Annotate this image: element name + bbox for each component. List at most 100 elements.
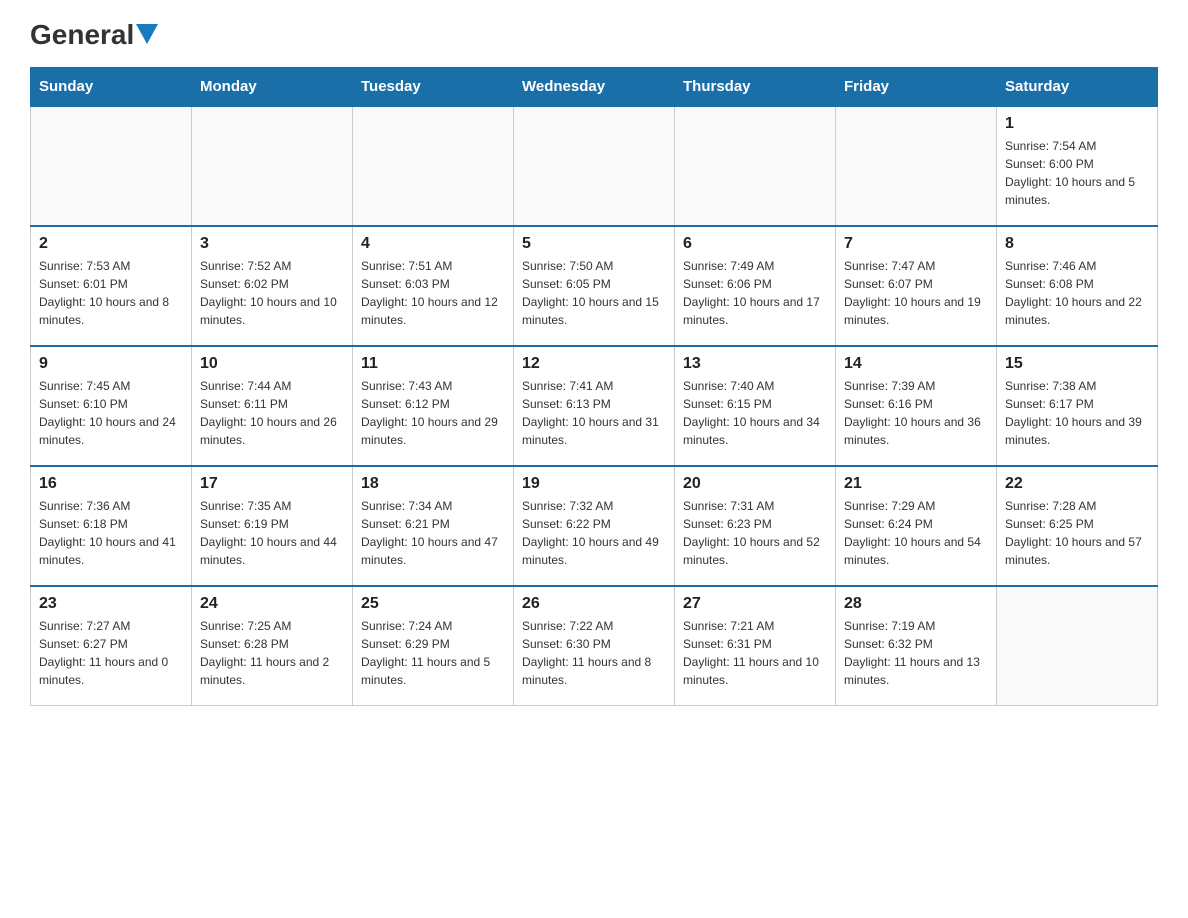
calendar-cell: 1 Sunrise: 7:54 AMSunset: 6:00 PMDaylight… xyxy=(997,106,1158,226)
day-info: Sunrise: 7:35 AMSunset: 6:19 PMDaylight:… xyxy=(200,497,344,569)
day-info: Sunrise: 7:32 AMSunset: 6:22 PMDaylight:… xyxy=(522,497,666,569)
day-number: 12 xyxy=(522,355,666,373)
day-info: Sunrise: 7:54 AMSunset: 6:00 PMDaylight:… xyxy=(1005,137,1149,209)
calendar-cell xyxy=(31,106,192,226)
calendar-cell: 7 Sunrise: 7:47 AMSunset: 6:07 PMDaylight… xyxy=(836,226,997,346)
day-info: Sunrise: 7:47 AMSunset: 6:07 PMDaylight:… xyxy=(844,257,988,329)
calendar-cell: 12 Sunrise: 7:41 AMSunset: 6:13 PMDayligh… xyxy=(514,346,675,466)
day-info: Sunrise: 7:53 AMSunset: 6:01 PMDaylight:… xyxy=(39,257,183,329)
day-info: Sunrise: 7:40 AMSunset: 6:15 PMDaylight:… xyxy=(683,377,827,449)
calendar-cell: 25 Sunrise: 7:24 AMSunset: 6:29 PMDayligh… xyxy=(353,586,514,706)
day-number: 19 xyxy=(522,475,666,493)
day-number: 11 xyxy=(361,355,505,373)
week-row-4: 16 Sunrise: 7:36 AMSunset: 6:18 PMDayligh… xyxy=(31,466,1158,586)
calendar-cell: 11 Sunrise: 7:43 AMSunset: 6:12 PMDayligh… xyxy=(353,346,514,466)
day-number: 6 xyxy=(683,235,827,253)
logo-general: General xyxy=(30,20,134,51)
page-header: General xyxy=(30,20,1158,51)
day-number: 22 xyxy=(1005,475,1149,493)
calendar-cell: 5 Sunrise: 7:50 AMSunset: 6:05 PMDaylight… xyxy=(514,226,675,346)
calendar-cell: 22 Sunrise: 7:28 AMSunset: 6:25 PMDayligh… xyxy=(997,466,1158,586)
day-number: 9 xyxy=(39,355,183,373)
weekday-header-saturday: Saturday xyxy=(997,67,1158,106)
calendar-cell: 15 Sunrise: 7:38 AMSunset: 6:17 PMDayligh… xyxy=(997,346,1158,466)
day-number: 20 xyxy=(683,475,827,493)
day-info: Sunrise: 7:19 AMSunset: 6:32 PMDaylight:… xyxy=(844,617,988,689)
calendar-cell: 24 Sunrise: 7:25 AMSunset: 6:28 PMDayligh… xyxy=(192,586,353,706)
weekday-header-sunday: Sunday xyxy=(31,67,192,106)
day-info: Sunrise: 7:34 AMSunset: 6:21 PMDaylight:… xyxy=(361,497,505,569)
day-number: 2 xyxy=(39,235,183,253)
day-info: Sunrise: 7:24 AMSunset: 6:29 PMDaylight:… xyxy=(361,617,505,689)
calendar-cell xyxy=(997,586,1158,706)
calendar-cell: 20 Sunrise: 7:31 AMSunset: 6:23 PMDayligh… xyxy=(675,466,836,586)
day-info: Sunrise: 7:52 AMSunset: 6:02 PMDaylight:… xyxy=(200,257,344,329)
day-info: Sunrise: 7:41 AMSunset: 6:13 PMDaylight:… xyxy=(522,377,666,449)
logo: General xyxy=(30,20,158,51)
day-number: 1 xyxy=(1005,115,1149,133)
day-number: 8 xyxy=(1005,235,1149,253)
calendar-table: SundayMondayTuesdayWednesdayThursdayFrid… xyxy=(30,67,1158,707)
calendar-cell xyxy=(514,106,675,226)
day-info: Sunrise: 7:36 AMSunset: 6:18 PMDaylight:… xyxy=(39,497,183,569)
day-info: Sunrise: 7:25 AMSunset: 6:28 PMDaylight:… xyxy=(200,617,344,689)
calendar-cell: 17 Sunrise: 7:35 AMSunset: 6:19 PMDayligh… xyxy=(192,466,353,586)
calendar-cell: 2 Sunrise: 7:53 AMSunset: 6:01 PMDaylight… xyxy=(31,226,192,346)
day-number: 26 xyxy=(522,595,666,613)
calendar-cell xyxy=(836,106,997,226)
day-info: Sunrise: 7:22 AMSunset: 6:30 PMDaylight:… xyxy=(522,617,666,689)
week-row-1: 1 Sunrise: 7:54 AMSunset: 6:00 PMDaylight… xyxy=(31,106,1158,226)
day-info: Sunrise: 7:38 AMSunset: 6:17 PMDaylight:… xyxy=(1005,377,1149,449)
calendar-cell: 21 Sunrise: 7:29 AMSunset: 6:24 PMDayligh… xyxy=(836,466,997,586)
day-info: Sunrise: 7:29 AMSunset: 6:24 PMDaylight:… xyxy=(844,497,988,569)
calendar-cell: 13 Sunrise: 7:40 AMSunset: 6:15 PMDayligh… xyxy=(675,346,836,466)
weekday-header-wednesday: Wednesday xyxy=(514,67,675,106)
calendar-cell: 28 Sunrise: 7:19 AMSunset: 6:32 PMDayligh… xyxy=(836,586,997,706)
day-number: 5 xyxy=(522,235,666,253)
day-number: 3 xyxy=(200,235,344,253)
weekday-header-friday: Friday xyxy=(836,67,997,106)
day-info: Sunrise: 7:51 AMSunset: 6:03 PMDaylight:… xyxy=(361,257,505,329)
calendar-cell: 3 Sunrise: 7:52 AMSunset: 6:02 PMDaylight… xyxy=(192,226,353,346)
week-row-5: 23 Sunrise: 7:27 AMSunset: 6:27 PMDayligh… xyxy=(31,586,1158,706)
day-number: 17 xyxy=(200,475,344,493)
day-info: Sunrise: 7:28 AMSunset: 6:25 PMDaylight:… xyxy=(1005,497,1149,569)
calendar-cell: 9 Sunrise: 7:45 AMSunset: 6:10 PMDaylight… xyxy=(31,346,192,466)
day-info: Sunrise: 7:50 AMSunset: 6:05 PMDaylight:… xyxy=(522,257,666,329)
calendar-cell xyxy=(353,106,514,226)
day-number: 13 xyxy=(683,355,827,373)
weekday-header-monday: Monday xyxy=(192,67,353,106)
day-number: 14 xyxy=(844,355,988,373)
day-number: 23 xyxy=(39,595,183,613)
day-number: 10 xyxy=(200,355,344,373)
day-info: Sunrise: 7:31 AMSunset: 6:23 PMDaylight:… xyxy=(683,497,827,569)
calendar-cell: 27Sunrise: 7:21 AMSunset: 6:31 PMDayligh… xyxy=(675,586,836,706)
calendar-cell: 16 Sunrise: 7:36 AMSunset: 6:18 PMDayligh… xyxy=(31,466,192,586)
day-number: 15 xyxy=(1005,355,1149,373)
calendar-cell: 8Sunrise: 7:46 AMSunset: 6:08 PMDaylight… xyxy=(997,226,1158,346)
day-number: 28 xyxy=(844,595,988,613)
calendar-cell: 18 Sunrise: 7:34 AMSunset: 6:21 PMDayligh… xyxy=(353,466,514,586)
day-number: 21 xyxy=(844,475,988,493)
day-number: 18 xyxy=(361,475,505,493)
day-info: Sunrise: 7:45 AMSunset: 6:10 PMDaylight:… xyxy=(39,377,183,449)
day-number: 7 xyxy=(844,235,988,253)
day-info: Sunrise: 7:21 AMSunset: 6:31 PMDaylight:… xyxy=(683,617,827,689)
day-number: 16 xyxy=(39,475,183,493)
calendar-cell xyxy=(192,106,353,226)
day-number: 25 xyxy=(361,595,505,613)
calendar-cell: 10Sunrise: 7:44 AMSunset: 6:11 PMDayligh… xyxy=(192,346,353,466)
calendar-cell: 23 Sunrise: 7:27 AMSunset: 6:27 PMDayligh… xyxy=(31,586,192,706)
week-row-2: 2 Sunrise: 7:53 AMSunset: 6:01 PMDaylight… xyxy=(31,226,1158,346)
calendar-cell: 26 Sunrise: 7:22 AMSunset: 6:30 PMDayligh… xyxy=(514,586,675,706)
calendar-cell: 14 Sunrise: 7:39 AMSunset: 6:16 PMDayligh… xyxy=(836,346,997,466)
day-info: Sunrise: 7:27 AMSunset: 6:27 PMDaylight:… xyxy=(39,617,183,689)
logo-triangle-icon xyxy=(136,24,158,44)
calendar-cell: 6Sunrise: 7:49 AMSunset: 6:06 PMDaylight… xyxy=(675,226,836,346)
weekday-header-thursday: Thursday xyxy=(675,67,836,106)
calendar-cell: 19 Sunrise: 7:32 AMSunset: 6:22 PMDayligh… xyxy=(514,466,675,586)
day-number: 4 xyxy=(361,235,505,253)
day-number: 24 xyxy=(200,595,344,613)
day-info: Sunrise: 7:43 AMSunset: 6:12 PMDaylight:… xyxy=(361,377,505,449)
day-info: Sunrise: 7:39 AMSunset: 6:16 PMDaylight:… xyxy=(844,377,988,449)
